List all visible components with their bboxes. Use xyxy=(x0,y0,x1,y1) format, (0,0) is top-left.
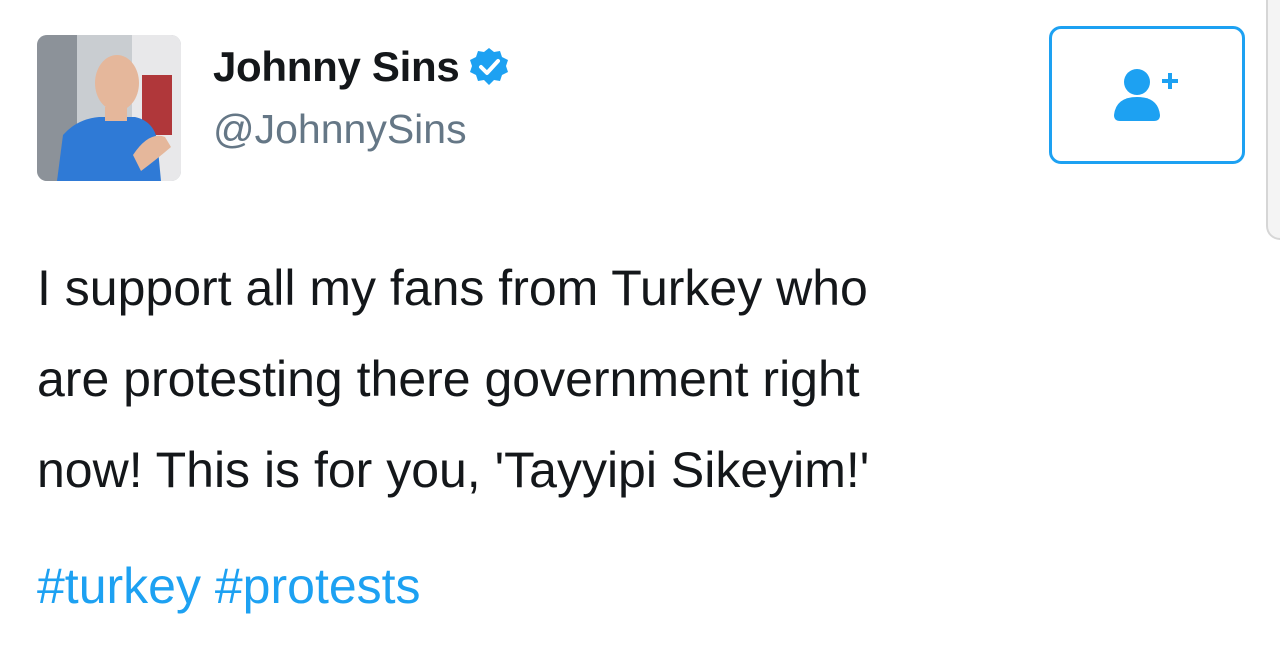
tweet-text: I support all my fans from Turkey who ar… xyxy=(37,243,1237,516)
avatar[interactable] xyxy=(37,35,181,181)
follow-button[interactable] xyxy=(1049,26,1245,164)
hashtag-protests-link[interactable]: #protests xyxy=(215,558,421,614)
tweet-text-line: I support all my fans from Turkey who xyxy=(37,260,868,316)
hashtag-turkey-link[interactable]: #turkey xyxy=(37,558,201,614)
tweet-card: Johnny Sins @JohnnySins I support all my… xyxy=(0,0,1280,665)
hashtag-row: #turkey #protests xyxy=(37,549,421,623)
user-handle[interactable]: @JohnnySins xyxy=(213,106,467,153)
tweet-text-line: now! This is for you, 'Tayyipi Sikeyim!' xyxy=(37,442,870,498)
author-name-row: Johnny Sins xyxy=(213,38,509,96)
avatar-photo xyxy=(37,35,181,181)
display-name[interactable]: Johnny Sins xyxy=(213,43,460,91)
tweet-text-line: are protesting there government right xyxy=(37,351,860,407)
verified-badge-icon xyxy=(469,47,509,87)
scrollbar[interactable] xyxy=(1266,0,1280,240)
follow-user-icon xyxy=(1114,69,1178,121)
